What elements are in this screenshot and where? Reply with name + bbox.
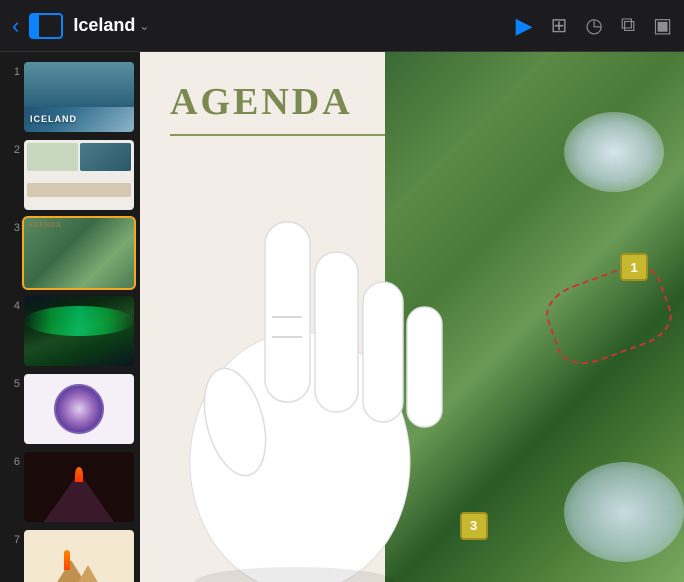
slide-thumbnail-active[interactable]: AGENDA xyxy=(24,218,134,288)
clock-icon[interactable]: ◷ xyxy=(585,13,602,38)
thumb-image xyxy=(24,62,134,107)
play-button[interactable]: ▶ xyxy=(516,13,533,39)
map-snow-1 xyxy=(564,112,664,192)
slide-item[interactable]: 7 xyxy=(0,526,140,582)
slide-thumbnail[interactable]: ICELAND xyxy=(24,62,134,132)
slide-thumbnail[interactable] xyxy=(24,452,134,522)
map-area: 1 3 xyxy=(385,52,684,582)
slide-panel[interactable]: 1 ICELAND 2 3 AGENDA xyxy=(0,52,140,582)
slide-item[interactable]: 2 xyxy=(0,136,140,214)
thumb-title: ICELAND xyxy=(30,114,77,124)
thumb-cell xyxy=(27,183,131,197)
thumb-map: AGENDA xyxy=(24,218,134,288)
thumb-mountain2 xyxy=(68,565,108,582)
slide-number: 5 xyxy=(6,374,20,390)
toolbar: ‹ Iceland ⌄ ▶ ⊞ ◷ ⧉ ▣ xyxy=(0,0,684,52)
slide-preview: AGENDA 1 3 xyxy=(140,52,684,582)
map-route-line xyxy=(539,256,679,372)
preview-area[interactable]: AGENDA 1 3 xyxy=(140,52,684,582)
map-snow-2 xyxy=(564,462,684,562)
chevron-down-icon[interactable]: ⌄ xyxy=(139,19,149,33)
slide-thumbnail[interactable] xyxy=(24,296,134,366)
slide-number: 3 xyxy=(6,218,20,234)
table-icon[interactable]: ⊞ xyxy=(551,13,568,38)
slide-title: AGENDA xyxy=(170,80,353,124)
slide-number: 2 xyxy=(6,140,20,156)
slide-number: 7 xyxy=(6,530,20,546)
slide-thumbnail[interactable] xyxy=(24,140,134,210)
slide-thumbnail[interactable] xyxy=(24,530,134,582)
main-content: 1 ICELAND 2 3 AGENDA xyxy=(0,52,684,582)
slide-item[interactable]: 4 xyxy=(0,292,140,370)
slide-item[interactable]: 1 ICELAND xyxy=(0,58,140,136)
view-mode-icon[interactable] xyxy=(29,13,63,39)
document-title[interactable]: Iceland xyxy=(73,15,135,36)
title-area: Iceland ⌄ xyxy=(73,15,149,36)
slide-item[interactable]: 5 xyxy=(0,370,140,448)
layers-icon[interactable]: ⧉ xyxy=(621,14,635,37)
back-button[interactable]: ‹ xyxy=(12,15,19,37)
toolbar-right: ▶ ⊞ ◷ ⧉ ▣ xyxy=(516,13,672,39)
slide-item-active[interactable]: 3 AGENDA xyxy=(0,214,140,292)
slide-item[interactable]: 6 xyxy=(0,448,140,526)
slide-number: 1 xyxy=(6,62,20,78)
thumb-aurora-glow xyxy=(24,306,134,336)
toolbar-left: ‹ Iceland ⌄ xyxy=(12,13,506,39)
slide-number: 4 xyxy=(6,296,20,312)
slide-number: 6 xyxy=(6,452,20,468)
present-icon[interactable]: ▣ xyxy=(653,13,672,38)
agenda-background: AGENDA 1 3 xyxy=(140,52,684,582)
map-location-badge-3: 3 xyxy=(460,512,488,540)
thumb-cell xyxy=(80,143,131,171)
thumb-agenda-label: AGENDA xyxy=(28,222,61,229)
map-location-badge-1: 1 xyxy=(620,253,648,281)
thumb-geology xyxy=(54,384,104,434)
slide-thumbnail[interactable] xyxy=(24,374,134,444)
thumb-lava xyxy=(75,467,83,482)
thumb-lava2 xyxy=(64,550,70,570)
thumb-cell xyxy=(27,143,78,171)
